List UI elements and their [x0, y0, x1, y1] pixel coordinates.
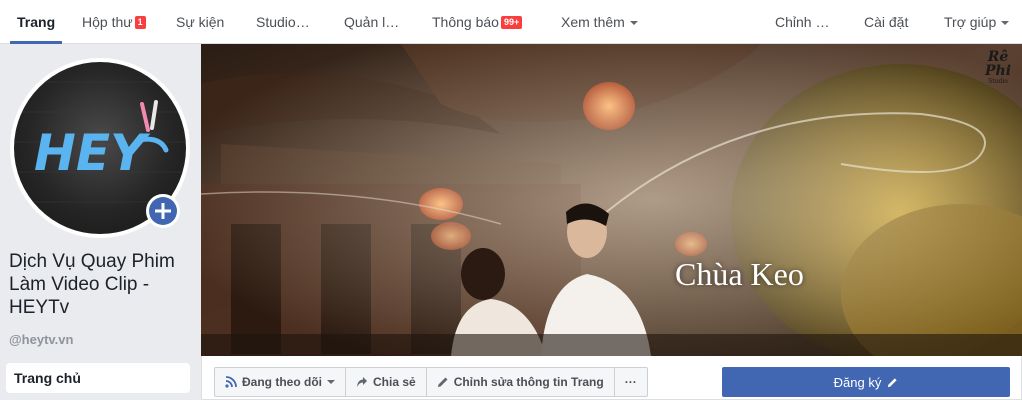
sidebar-item-label: Trang chủ: [14, 370, 81, 386]
following-button[interactable]: Đang theo dõi: [214, 367, 346, 397]
tab-home-label: Trang: [17, 14, 56, 30]
plus-icon: [155, 203, 171, 219]
tab-settings-label: Cài đặt: [864, 14, 909, 30]
tab-manage-label: Quản l…: [344, 14, 400, 30]
tab-studio[interactable]: Studio…: [256, 0, 310, 44]
pencil-icon: [437, 377, 448, 387]
tab-events-label: Sự kiện: [176, 14, 225, 30]
tab-home[interactable]: Trang: [17, 0, 55, 44]
cover-photo[interactable]: Chùa Keo Rê Phi Studio: [201, 44, 1022, 356]
chevron-down-icon: [1001, 21, 1010, 25]
tab-settings[interactable]: Cài đặt: [864, 0, 908, 44]
page-title[interactable]: Dịch Vụ Quay Phim Làm Video Clip - HEYTv: [9, 250, 199, 319]
page-top-nav: Trang Hộp thư 1 Sự kiện Studio… Quản l… T…: [0, 0, 1022, 44]
tab-inbox[interactable]: Hộp thư 1: [82, 0, 146, 44]
active-tab-indicator: [10, 41, 62, 44]
studio-watermark-logo: Rê Phi Studio: [984, 49, 1012, 85]
tab-more[interactable]: Xem thêm: [561, 0, 638, 44]
tab-manage[interactable]: Quản l…: [344, 0, 399, 44]
tab-notifications-label: Thông báo: [432, 14, 499, 30]
following-button-label: Đang theo dõi: [242, 375, 322, 389]
tab-edit-page[interactable]: Chỉnh …: [775, 0, 829, 44]
share-button[interactable]: Chia sẻ: [345, 367, 427, 397]
chevron-down-icon: [629, 21, 638, 25]
page-action-bar: Đang theo dõi Chia sẻ Chỉnh sửa thông ti…: [201, 356, 1022, 400]
more-options-icon: ···: [624, 375, 637, 389]
tab-notifications[interactable]: Thông báo 99+: [432, 0, 523, 44]
more-options-button[interactable]: ···: [613, 367, 648, 397]
svg-text:HEY: HEY: [34, 124, 151, 182]
page-username[interactable]: @heytv.vn: [9, 332, 73, 347]
update-profile-picture-button[interactable]: [146, 194, 180, 228]
tab-studio-label: Studio…: [256, 14, 310, 30]
edit-page-info-label: Chỉnh sửa thông tin Trang: [453, 375, 604, 389]
pencil-icon: [888, 377, 897, 387]
share-arrow-icon: [357, 377, 367, 387]
tab-inbox-label: Hộp thư: [82, 14, 133, 30]
cover-image: [201, 44, 1022, 356]
tab-help-label: Trợ giúp: [944, 14, 997, 30]
page-actions-group: Đang theo dõi Chia sẻ Chỉnh sửa thông ti…: [214, 367, 648, 397]
tab-help[interactable]: Trợ giúp: [944, 0, 1010, 44]
tab-events[interactable]: Sự kiện: [176, 0, 224, 44]
inbox-badge: 1: [134, 16, 146, 29]
rss-icon: [225, 376, 237, 388]
sign-up-button[interactable]: Đăng ký: [722, 367, 1010, 397]
cover-caption: Chùa Keo: [675, 256, 804, 292]
share-button-label: Chia sẻ: [373, 375, 416, 389]
sign-up-button-label: Đăng ký: [833, 374, 882, 390]
notifications-badge: 99+: [500, 16, 523, 29]
sidebar-item-home[interactable]: Trang chủ: [6, 363, 190, 393]
edit-page-info-button[interactable]: Chỉnh sửa thông tin Trang: [425, 367, 615, 397]
chevron-down-icon: [327, 380, 335, 384]
tab-more-label: Xem thêm: [561, 14, 625, 30]
tab-edit-label: Chỉnh …: [775, 14, 830, 30]
